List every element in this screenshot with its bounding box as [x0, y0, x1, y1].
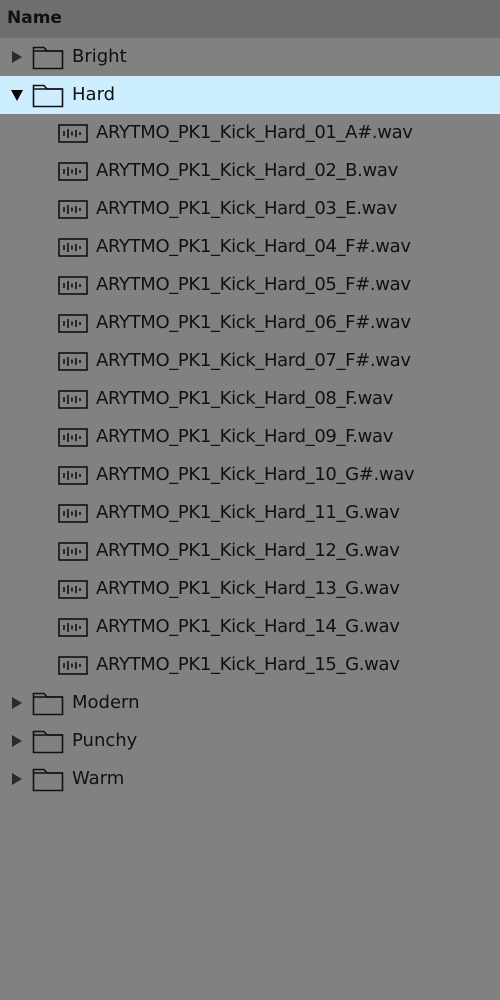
- folder-icon: [32, 730, 64, 754]
- audio-file-icon: [58, 580, 88, 599]
- expanded-triangle-icon[interactable]: [9, 87, 25, 103]
- file-label: ARYTMO_PK1_Kick_Hard_12_G.wav: [96, 540, 400, 561]
- folder-row-punchy[interactable]: Punchy: [0, 722, 500, 760]
- folder-icon: [32, 692, 64, 716]
- file-label: ARYTMO_PK1_Kick_Hard_03_E.wav: [96, 198, 397, 219]
- folder-icon: [32, 46, 64, 70]
- folder-icon: [32, 768, 64, 792]
- file-row[interactable]: ARYTMO_PK1_Kick_Hard_15_G.wav: [0, 646, 500, 684]
- audio-file-icon: [58, 162, 88, 181]
- collapsed-triangle-icon[interactable]: [9, 733, 25, 749]
- name-column-label: Name: [7, 8, 62, 28]
- collapsed-triangle-icon[interactable]: [9, 695, 25, 711]
- folder-label: Bright: [72, 46, 127, 67]
- file-row[interactable]: ARYTMO_PK1_Kick_Hard_11_G.wav: [0, 494, 500, 532]
- audio-file-icon: [58, 238, 88, 257]
- file-label: ARYTMO_PK1_Kick_Hard_04_F#.wav: [96, 236, 411, 257]
- file-label: ARYTMO_PK1_Kick_Hard_10_G#.wav: [96, 464, 415, 485]
- file-label: ARYTMO_PK1_Kick_Hard_13_G.wav: [96, 578, 400, 599]
- file-row[interactable]: ARYTMO_PK1_Kick_Hard_14_G.wav: [0, 608, 500, 646]
- folder-label: Hard: [72, 84, 116, 105]
- folder-row-modern[interactable]: Modern: [0, 684, 500, 722]
- file-label: ARYTMO_PK1_Kick_Hard_01_A#.wav: [96, 122, 413, 143]
- audio-file-icon: [58, 352, 88, 371]
- file-row[interactable]: ARYTMO_PK1_Kick_Hard_05_F#.wav: [0, 266, 500, 304]
- file-row[interactable]: ARYTMO_PK1_Kick_Hard_12_G.wav: [0, 532, 500, 570]
- file-row[interactable]: ARYTMO_PK1_Kick_Hard_08_F.wav: [0, 380, 500, 418]
- file-label: ARYTMO_PK1_Kick_Hard_08_F.wav: [96, 388, 394, 409]
- file-row[interactable]: ARYTMO_PK1_Kick_Hard_02_B.wav: [0, 152, 500, 190]
- folder-row-bright[interactable]: Bright: [0, 38, 500, 76]
- audio-file-icon: [58, 390, 88, 409]
- file-row[interactable]: ARYTMO_PK1_Kick_Hard_10_G#.wav: [0, 456, 500, 494]
- audio-file-icon: [58, 504, 88, 523]
- file-label: ARYTMO_PK1_Kick_Hard_07_F#.wav: [96, 350, 411, 371]
- file-label: ARYTMO_PK1_Kick_Hard_14_G.wav: [96, 616, 400, 637]
- audio-file-icon: [58, 656, 88, 675]
- collapsed-triangle-icon[interactable]: [9, 49, 25, 65]
- file-label: ARYTMO_PK1_Kick_Hard_06_F#.wav: [96, 312, 411, 333]
- folder-label: Modern: [72, 692, 140, 713]
- folder-icon: [32, 84, 64, 108]
- audio-file-icon: [58, 428, 88, 447]
- file-row[interactable]: ARYTMO_PK1_Kick_Hard_04_F#.wav: [0, 228, 500, 266]
- file-label: ARYTMO_PK1_Kick_Hard_11_G.wav: [96, 502, 400, 523]
- folder-label: Punchy: [72, 730, 138, 751]
- file-row[interactable]: ARYTMO_PK1_Kick_Hard_13_G.wav: [0, 570, 500, 608]
- collapsed-triangle-icon[interactable]: [9, 771, 25, 787]
- file-row[interactable]: ARYTMO_PK1_Kick_Hard_03_E.wav: [0, 190, 500, 228]
- file-label: ARYTMO_PK1_Kick_Hard_02_B.wav: [96, 160, 398, 181]
- audio-file-icon: [58, 466, 88, 485]
- audio-file-icon: [58, 314, 88, 333]
- file-row[interactable]: ARYTMO_PK1_Kick_Hard_01_A#.wav: [0, 114, 500, 152]
- file-label: ARYTMO_PK1_Kick_Hard_09_F.wav: [96, 426, 394, 447]
- audio-file-icon: [58, 276, 88, 295]
- file-row[interactable]: ARYTMO_PK1_Kick_Hard_09_F.wav: [0, 418, 500, 456]
- folder-row-hard[interactable]: Hard: [0, 76, 500, 114]
- folder-row-warm[interactable]: Warm: [0, 760, 500, 798]
- file-label: ARYTMO_PK1_Kick_Hard_15_G.wav: [96, 654, 400, 675]
- audio-file-icon: [58, 618, 88, 637]
- file-row[interactable]: ARYTMO_PK1_Kick_Hard_06_F#.wav: [0, 304, 500, 342]
- column-header[interactable]: Name: [0, 0, 500, 38]
- file-label: ARYTMO_PK1_Kick_Hard_05_F#.wav: [96, 274, 411, 295]
- file-browser-tree: Bright Hard ARYTMO_PK1_Kick_Hard_01_A#.w…: [0, 38, 500, 798]
- audio-file-icon: [58, 124, 88, 143]
- file-row[interactable]: ARYTMO_PK1_Kick_Hard_07_F#.wav: [0, 342, 500, 380]
- folder-label: Warm: [72, 768, 125, 789]
- audio-file-icon: [58, 200, 88, 219]
- audio-file-icon: [58, 542, 88, 561]
